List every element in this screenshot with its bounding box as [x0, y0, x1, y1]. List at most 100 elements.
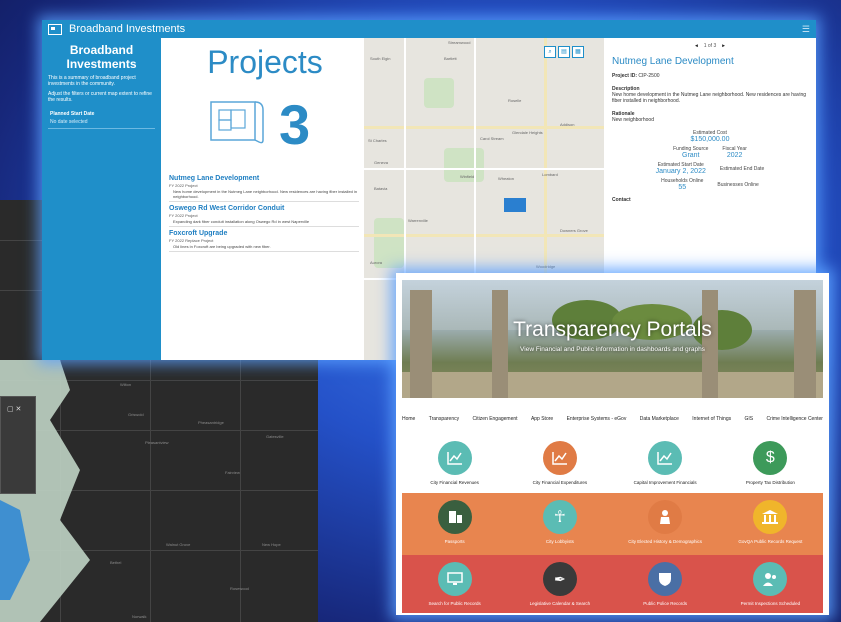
map-label: Streamwood	[448, 40, 471, 45]
projects-title: Projects	[207, 44, 323, 80]
background-popup: ▢ ✕	[0, 396, 36, 494]
map-label: Batavia	[374, 186, 388, 191]
map-label: Geneva	[374, 160, 389, 165]
people-icon	[753, 562, 788, 596]
tile-passports[interactable]: Passports	[402, 493, 507, 555]
map-label: New Hope	[262, 542, 281, 547]
dashboard-header: Broadband Investments ☰	[42, 20, 816, 38]
online-row: Households Online 55 Businesses Online	[661, 178, 759, 191]
portal-row-1: City Financial Revenues City Financial E…	[402, 435, 823, 493]
dashboard-logo-icon	[48, 23, 62, 35]
map-tools: ⌕ ▤ ▦	[544, 46, 586, 58]
sidebar-hint: Adjust the filters or current map extent…	[48, 91, 152, 103]
menu-icon[interactable]: ☰	[802, 24, 810, 35]
background-map-edge	[0, 200, 42, 360]
map-label: Wheaton	[498, 176, 515, 181]
map-label: Glendale Heights	[512, 130, 543, 135]
project-title: Nutmeg Lane Development	[169, 175, 260, 182]
next-icon[interactable]: ▸	[722, 43, 725, 49]
tile-city-financial-expenditures[interactable]: City Financial Expenditures	[507, 435, 612, 493]
tile-city-lobbyists[interactable]: ☥ City Lobbyists	[507, 493, 612, 555]
tile-search-public-records[interactable]: Search for Public Records	[402, 555, 507, 613]
portal-row-3: Search for Public Records ✒ Legislative …	[402, 555, 823, 613]
portal-title: Transparency Portals	[513, 318, 712, 341]
transparency-portal-window: Transparency Portals View Financial and …	[396, 273, 829, 615]
map-label: Norwalk	[132, 614, 147, 619]
tile-legislative-calendar[interactable]: ✒ Legislative Calendar & Search	[507, 555, 612, 613]
prev-icon[interactable]: ◂	[695, 43, 698, 49]
nav-crime-intelligence[interactable]: Crime Intelligence Center	[767, 416, 823, 422]
fy-value: 2022	[726, 152, 743, 159]
contact-label: Contact	[612, 197, 631, 203]
nav-app-store[interactable]: App Store	[531, 416, 553, 422]
project-sub: FY 2022 Replace Project	[169, 238, 214, 243]
shield-icon	[648, 562, 683, 596]
date-filter[interactable]: No date selected	[50, 119, 153, 125]
list-item[interactable]: Nutmeg Lane Development FY 2022 Project …	[169, 175, 359, 202]
nav-data-marketplace[interactable]: Data Marketplace	[640, 416, 679, 422]
filter-label: Planned Start Date	[50, 111, 95, 117]
basemap-icon[interactable]: ▦	[572, 46, 584, 58]
sidebar: Broadband Investments This is a summary …	[42, 38, 161, 360]
map-label: Wilton	[120, 382, 132, 387]
map-label: Roselle	[508, 98, 522, 103]
tile-capital-improvement[interactable]: Capital Improvement Financials	[613, 435, 718, 493]
map-label: Griswold	[128, 412, 144, 417]
cost-value: $150,000.00	[690, 136, 730, 143]
divider	[48, 128, 155, 129]
map-label: Pleasantview	[145, 440, 169, 445]
dollar-icon: $	[753, 441, 788, 475]
detail-title: Nutmeg Lane Development	[612, 56, 734, 67]
nav-internet-of-things[interactable]: Internet of Things	[692, 416, 731, 422]
map-label: Aurora	[370, 260, 383, 265]
rationale-text: New neighborhood	[612, 117, 654, 123]
portal-row-2: Passports ☥ City Lobbyists City Elected …	[402, 493, 823, 555]
project-desc: New home development in the Nutmeg Lane …	[173, 189, 358, 199]
tile-police-records[interactable]: Public Police Records	[613, 555, 718, 613]
close-icon[interactable]: ▢ ✕	[7, 405, 21, 413]
sidebar-title: Broadband Investments	[66, 43, 137, 71]
tile-permit-inspections[interactable]: Permit Inspections Scheduled	[718, 555, 823, 613]
pager: ◂ 1 of 3 ▸	[604, 43, 816, 49]
map-label: South Elgin	[370, 56, 391, 61]
tile-public-records-request[interactable]: GovQA Public Records Request	[718, 493, 823, 555]
background-map-window: Wilton Griswold Pheasantridge Pleasantvi…	[0, 360, 318, 622]
portal-nav: Home Transparency Citizen Engagement App…	[402, 416, 823, 422]
tile-elected-history[interactable]: City Elected History & Demographics	[613, 493, 718, 555]
nav-enterprise-systems[interactable]: Enterprise Systems - eGov	[567, 416, 627, 422]
project-desc: Old lines in Foxcroft are being upgraded…	[173, 244, 271, 249]
zoom-icon[interactable]: ⌕	[544, 46, 556, 58]
nav-home[interactable]: Home	[402, 416, 415, 422]
layers-icon[interactable]: ▤	[558, 46, 570, 58]
tile-city-financial-revenues[interactable]: City Financial Revenues	[402, 435, 507, 493]
funding-value: Grant	[682, 152, 700, 159]
map-label: Warrenville	[408, 218, 428, 223]
map-label: Pheasantridge	[198, 420, 224, 425]
pen-icon: ✒	[542, 562, 577, 596]
blueprint-icon	[210, 101, 264, 144]
map-label: Woodridge	[536, 264, 556, 269]
map-label: Downers Grove	[560, 228, 588, 233]
map-label: Rosewood	[230, 586, 249, 591]
building-icon	[437, 500, 472, 534]
project-title: Foxcroft Upgrade	[169, 230, 228, 237]
projects-panel: Projects 3 Nutmeg Lane Development FY 20…	[167, 38, 363, 360]
suit-icon	[648, 500, 683, 534]
map-label: Addison	[560, 122, 575, 127]
tile-property-tax[interactable]: $ Property Tax Distribution	[718, 435, 823, 493]
project-sub: FY 2022 Project	[169, 213, 198, 218]
nav-citizen-engagement[interactable]: Citizen Engagement	[473, 416, 518, 422]
nav-gis[interactable]: GIS	[745, 416, 754, 422]
chart-icon	[437, 441, 472, 475]
list-item[interactable]: Oswego Rd West Corridor Conduit FY 2022 …	[169, 205, 359, 227]
nav-transparency[interactable]: Transparency	[429, 416, 459, 422]
project-id: Project ID: CIP-2500	[612, 73, 660, 79]
map-label: Winfield	[460, 174, 475, 179]
portal-subtitle: View Financial and Public information in…	[520, 346, 705, 353]
project-polygon[interactable]	[504, 198, 526, 212]
funding-row: Funding Source Grant Fiscal Year 2022	[673, 146, 747, 159]
chart-icon	[542, 441, 577, 475]
list-item[interactable]: Foxcroft Upgrade FY 2022 Replace Project…	[169, 230, 359, 252]
project-desc: Expanding dark fiber conduit installatio…	[173, 219, 310, 224]
pager-text: 1 of 3	[703, 43, 717, 49]
